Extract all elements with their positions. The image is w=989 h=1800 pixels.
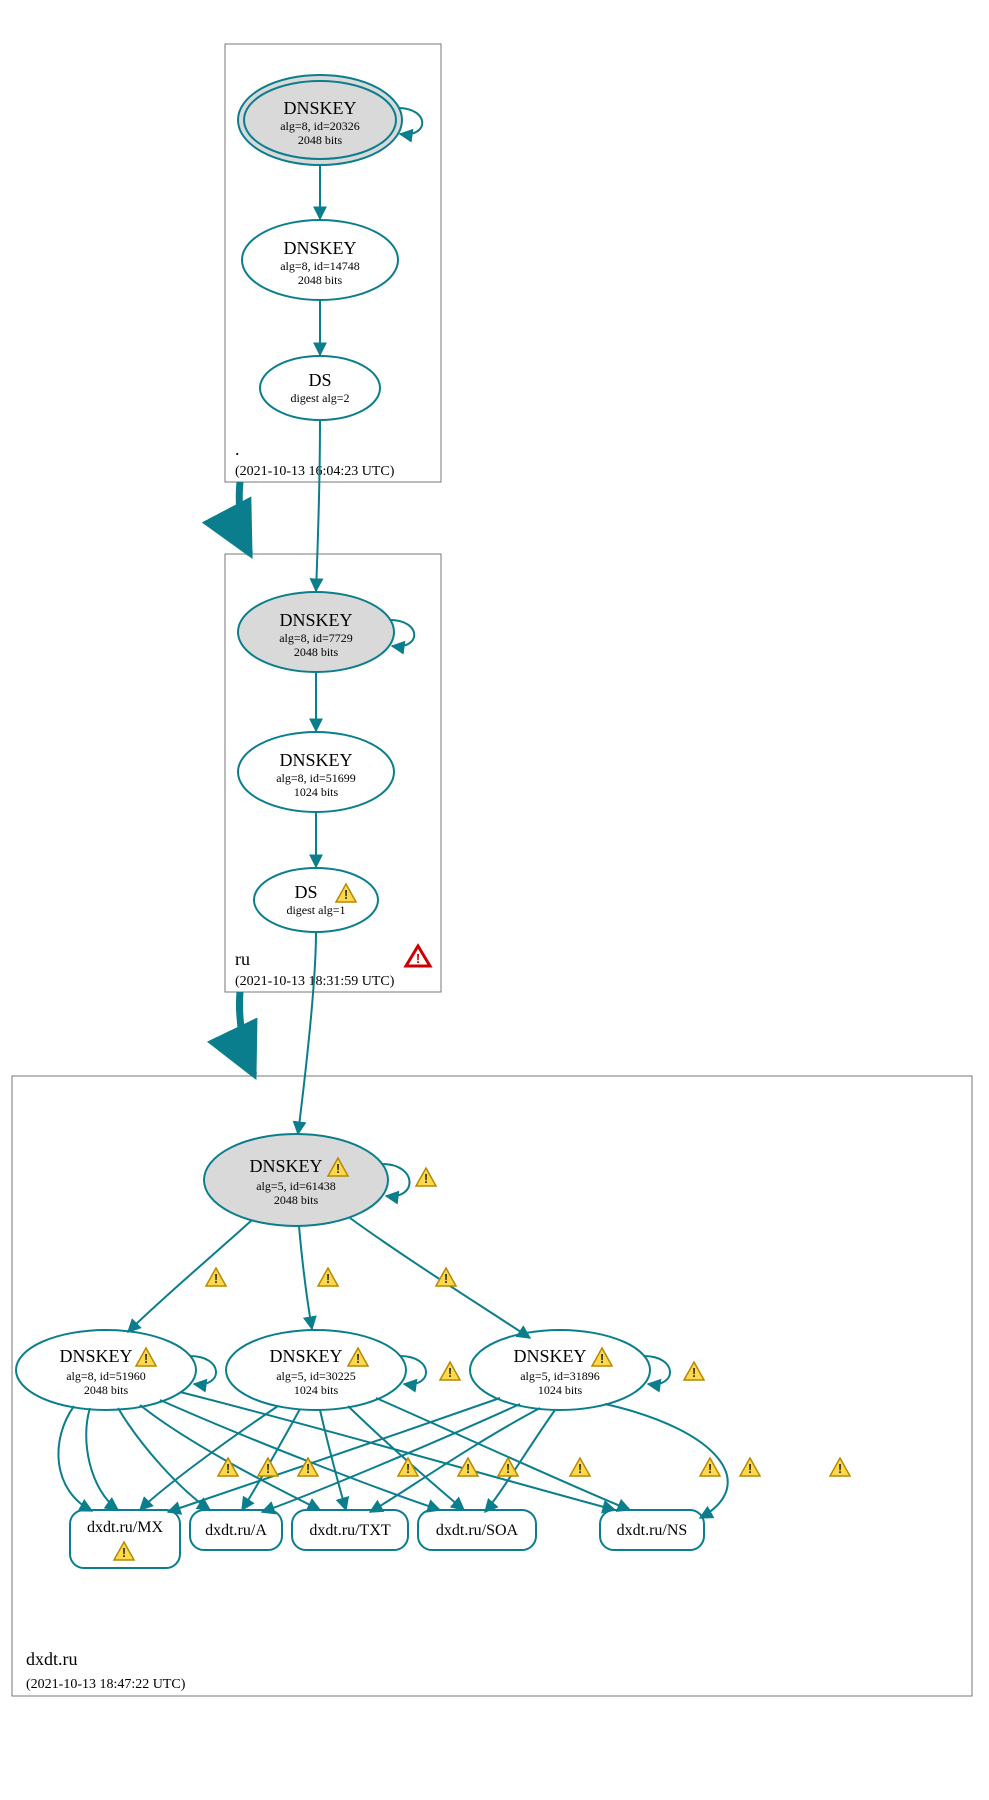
svg-text:DNSKEY: DNSKEY — [513, 1346, 586, 1366]
svg-text:!: ! — [838, 1461, 842, 1476]
svg-text:!: ! — [226, 1461, 230, 1476]
svg-text:dxdt.ru/NS: dxdt.ru/NS — [617, 1522, 688, 1539]
svg-text:!: ! — [144, 1351, 148, 1366]
node-ru-dnskey-7729: DNSKEY alg=8, id=7729 2048 bits — [238, 592, 394, 672]
svg-text:alg=8, id=7729: alg=8, id=7729 — [279, 631, 353, 645]
svg-text:dxdt.ru/SOA: dxdt.ru/SOA — [436, 1522, 519, 1539]
svg-text:!: ! — [266, 1461, 270, 1476]
svg-text:DNSKEY: DNSKEY — [249, 1156, 322, 1176]
node-dxdt-dnskey-30225: DNSKEY alg=5, id=30225 1024 bits — [226, 1330, 406, 1410]
svg-text:digest alg=2: digest alg=2 — [290, 391, 349, 405]
svg-text:!: ! — [406, 1461, 410, 1476]
svg-text:!: ! — [444, 1271, 448, 1286]
node-rr-txt: dxdt.ru/TXT — [292, 1510, 408, 1550]
svg-text:dxdt.ru/TXT: dxdt.ru/TXT — [309, 1522, 391, 1539]
svg-text:alg=5, id=31896: alg=5, id=31896 — [520, 1369, 600, 1383]
svg-text:DS: DS — [308, 370, 331, 390]
warning-icon: ! — [440, 1362, 460, 1380]
node-root-dnskey-14748: DNSKEY alg=8, id=14748 2048 bits — [242, 220, 398, 300]
svg-text:DNSKEY: DNSKEY — [269, 1346, 342, 1366]
svg-text:1024 bits: 1024 bits — [294, 785, 339, 799]
warning-icon: ! — [218, 1458, 238, 1476]
edge-root-ds-to-ru-dnskey — [316, 420, 320, 591]
node-dxdt-dnskey-51960: DNSKEY alg=8, id=51960 2048 bits — [16, 1330, 196, 1410]
svg-text:DNSKEY: DNSKEY — [283, 238, 356, 258]
svg-text:alg=5, id=61438: alg=5, id=61438 — [256, 1179, 336, 1193]
zone-ts-dxdt: (2021-10-13 18:47:22 UTC) — [26, 1677, 186, 1692]
zone-label-ru: ru — [235, 949, 250, 969]
error-icon: ! — [406, 946, 430, 966]
warning-icon: ! — [830, 1458, 850, 1476]
svg-text:2048 bits: 2048 bits — [294, 645, 339, 659]
svg-text:alg=5, id=30225: alg=5, id=30225 — [276, 1369, 356, 1383]
node-ru-ds: DS digest alg=1 — [254, 868, 378, 932]
svg-text:DNSKEY: DNSKEY — [279, 750, 352, 770]
svg-text:!: ! — [214, 1271, 218, 1286]
warning-icon: ! — [684, 1362, 704, 1380]
svg-text:!: ! — [600, 1351, 604, 1366]
svg-text:alg=8, id=51960: alg=8, id=51960 — [66, 1369, 146, 1383]
warning-icon: ! — [318, 1268, 338, 1286]
warning-icon: ! — [436, 1268, 456, 1286]
svg-text:!: ! — [448, 1365, 452, 1380]
warning-icon: ! — [740, 1458, 760, 1476]
warning-icon: ! — [700, 1458, 720, 1476]
svg-text:!: ! — [344, 887, 348, 902]
svg-text:!: ! — [748, 1461, 752, 1476]
svg-text:!: ! — [708, 1461, 712, 1476]
svg-text:DS: DS — [294, 882, 317, 902]
svg-text:!: ! — [336, 1161, 340, 1176]
node-root-ds: DS digest alg=2 — [260, 356, 380, 420]
svg-text:1024 bits: 1024 bits — [538, 1383, 583, 1397]
warning-icon: ! — [416, 1168, 436, 1186]
svg-text:!: ! — [326, 1271, 330, 1286]
warning-icon: ! — [206, 1268, 226, 1286]
svg-text:!: ! — [466, 1461, 470, 1476]
zone-label-root: . — [235, 439, 240, 459]
svg-text:2048 bits: 2048 bits — [298, 273, 343, 287]
node-root-dnskey-20326: DNSKEY alg=8, id=20326 2048 bits — [238, 75, 402, 165]
svg-text:alg=8, id=14748: alg=8, id=14748 — [280, 259, 360, 273]
node-rr-ns: dxdt.ru/NS — [600, 1510, 704, 1550]
node-rr-soa: dxdt.ru/SOA — [418, 1510, 536, 1550]
node-ru-dnskey-51699: DNSKEY alg=8, id=51699 1024 bits — [238, 732, 394, 812]
edge-zone-ru-to-dxdt — [240, 992, 254, 1075]
dnssec-graph: . (2021-10-13 16:04:23 UTC) ru (2021-10-… — [0, 0, 989, 1800]
svg-text:2048 bits: 2048 bits — [84, 1383, 129, 1397]
zone-ts-root: (2021-10-13 16:04:23 UTC) — [235, 464, 395, 479]
svg-text:1024 bits: 1024 bits — [294, 1383, 339, 1397]
svg-text:DNSKEY: DNSKEY — [283, 98, 356, 118]
svg-text:dxdt.ru/MX: dxdt.ru/MX — [87, 1519, 163, 1536]
edge-61438-51960 — [128, 1220, 252, 1332]
svg-text:2048 bits: 2048 bits — [274, 1193, 319, 1207]
svg-text:!: ! — [122, 1545, 126, 1560]
svg-text:!: ! — [424, 1171, 428, 1186]
svg-text:!: ! — [356, 1351, 360, 1366]
warning-icon: ! — [258, 1458, 278, 1476]
svg-text:!: ! — [416, 951, 420, 966]
svg-text:!: ! — [306, 1461, 310, 1476]
edge-61438-30225 — [299, 1226, 312, 1329]
svg-text:!: ! — [506, 1461, 510, 1476]
svg-text:!: ! — [578, 1461, 582, 1476]
node-rr-a: dxdt.ru/A — [190, 1510, 282, 1550]
svg-text:digest alg=1: digest alg=1 — [286, 903, 345, 917]
zone-label-dxdt: dxdt.ru — [26, 1649, 78, 1669]
svg-text:dxdt.ru/A: dxdt.ru/A — [205, 1522, 267, 1539]
node-dxdt-dnskey-61438: DNSKEY alg=5, id=61438 2048 bits — [204, 1134, 388, 1226]
svg-text:2048 bits: 2048 bits — [298, 133, 343, 147]
warning-icon: ! — [570, 1458, 590, 1476]
edge-ru-ds-to-dxdt-dnskey — [298, 932, 316, 1134]
svg-text:alg=8, id=51699: alg=8, id=51699 — [276, 771, 356, 785]
edge-zone-root-to-ru — [239, 482, 250, 554]
svg-text:DNSKEY: DNSKEY — [279, 610, 352, 630]
svg-text:alg=8, id=20326: alg=8, id=20326 — [280, 119, 360, 133]
svg-text:!: ! — [692, 1365, 696, 1380]
svg-text:DNSKEY: DNSKEY — [59, 1346, 132, 1366]
